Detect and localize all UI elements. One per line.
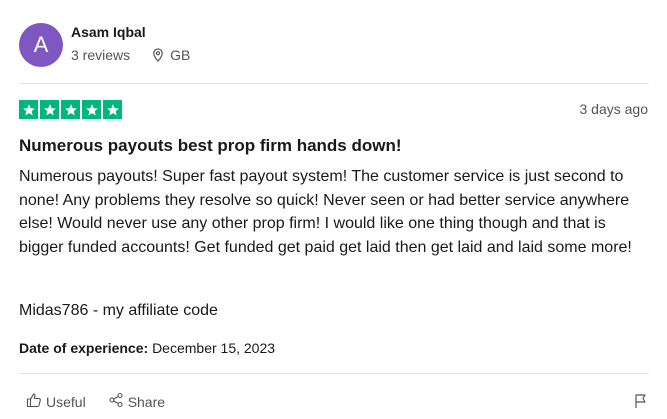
- reviewer-meta: 3 reviews GB: [71, 47, 190, 63]
- share-icon: [108, 392, 124, 411]
- star-rating: [19, 100, 122, 119]
- review-actions: Useful Share: [26, 392, 165, 411]
- thumbs-up-icon: [26, 392, 42, 411]
- star-icon: [82, 100, 101, 119]
- useful-label: Useful: [46, 393, 86, 410]
- divider: [19, 83, 649, 84]
- star-icon: [40, 100, 59, 119]
- review-title[interactable]: Numerous payouts best prop firm hands do…: [19, 136, 402, 156]
- review-affiliate: Midas786 - my affiliate code: [19, 302, 218, 319]
- review-count: 3 reviews: [71, 47, 131, 63]
- review-date: 3 days ago: [579, 101, 649, 117]
- reviewer-name[interactable]: Asam Iqbal: [71, 24, 146, 40]
- experience-date: December 15, 2023: [152, 340, 276, 356]
- country-code: GB: [170, 47, 191, 63]
- useful-button[interactable]: Useful: [26, 392, 86, 411]
- star-icon: [19, 100, 38, 119]
- star-icon: [61, 100, 80, 119]
- divider: [19, 373, 649, 374]
- date-of-experience: Date of experience: December 15, 2023: [19, 340, 275, 356]
- avatar[interactable]: A: [19, 23, 63, 67]
- experience-label: Date of experience:: [19, 340, 149, 356]
- share-button[interactable]: Share: [108, 392, 165, 411]
- share-label: Share: [127, 393, 166, 410]
- review-body: Numerous payouts! Super fast payout syst…: [19, 168, 632, 256]
- flag-icon[interactable]: [634, 393, 648, 414]
- star-icon: [103, 100, 122, 119]
- location-pin-icon: [152, 48, 164, 62]
